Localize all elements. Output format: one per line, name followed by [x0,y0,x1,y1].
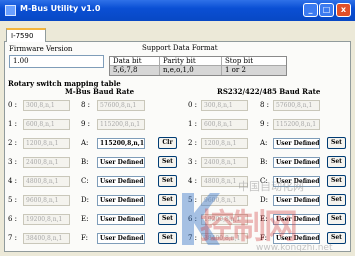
set-button[interactable]: Set [327,137,346,149]
switch-key-label: 2 : [188,139,198,147]
baud-rate-field: 19200,8,n,1 [201,214,248,225]
window-title: M-Bus Utility v1.0 [20,4,101,13]
switch-key-label: 2 : [8,139,18,147]
tab-panel: Firmware Version 1.00 Support Data Forma… [4,41,351,252]
value-data-bit: 5,6,7,8 [110,66,160,75]
switch-key-label: 3 : [188,158,198,166]
switch-key-label: A: [81,139,89,147]
switch-key-label: 6 : [188,215,198,223]
set-button[interactable]: Set [158,156,177,168]
switch-key-label: A: [260,139,268,147]
baud-rate-field: 2400,8,n,1 [23,157,70,168]
set-button[interactable]: Set [158,175,177,187]
switch-key-label: F: [260,234,267,242]
switch-key-label: B: [81,158,89,166]
switch-key-label: 8 : [81,101,91,109]
baud-rate-field: 115200,8,n,1 [273,119,320,130]
baud-rate-field: 19200,8,n,1 [23,214,70,225]
support-format-title: Support Data Format [142,44,218,52]
set-button[interactable]: Set [158,194,177,206]
switch-key-label: B: [260,158,268,166]
baud-rate-field[interactable]: User Defined [273,214,320,225]
baud-rate-field[interactable]: User Defined [97,176,145,187]
baud-rate-field[interactable]: User Defined [97,195,145,206]
close-button[interactable]: x [336,3,351,17]
firmware-label: Firmware Version [9,45,73,53]
baud-rate-field: 600,8,n,1 [201,119,248,130]
set-button[interactable]: Set [327,213,346,225]
baud-rate-field[interactable]: User Defined [273,157,320,168]
switch-key-label: 1 : [8,120,18,128]
baud-rate-field[interactable]: User Defined [273,195,320,206]
value-stop-bit: 1 or 2 [222,66,286,75]
switch-key-label: 0 : [188,101,198,109]
switch-key-label: 8 : [260,101,270,109]
baud-rate-field[interactable]: User Defined [97,157,145,168]
switch-key-label: 0 : [8,101,18,109]
set-button[interactable]: Set [327,156,346,168]
switch-key-label: 6 : [8,215,18,223]
app-window: M-Bus Utility v1.0 _ □ x I-7590 Firmware… [0,0,355,256]
support-format-table: Data bit Parity bit Stop bit 5,6,7,8 n,e… [109,56,287,76]
switch-key-label: 1 : [188,120,198,128]
baud-rate-field[interactable]: User Defined [97,233,145,244]
minimize-button[interactable]: _ [303,3,318,17]
app-icon [5,5,16,16]
baud-rate-field: 57600,8,n,1 [273,100,320,111]
baud-rate-field[interactable]: 115200,8,n,1 [97,138,145,149]
switch-key-label: 7 : [188,234,198,242]
baud-rate-field: 4800,8,n,1 [201,176,248,187]
switch-key-label: 9 : [81,120,91,128]
switch-key-label: 9 : [260,120,270,128]
baud-rate-field: 4800,8,n,1 [23,176,70,187]
switch-key-label: F: [81,234,88,242]
clear-button[interactable]: Clr [158,137,177,149]
switch-key-label: E: [81,215,89,223]
baud-rate-field: 300,8,n,1 [23,100,70,111]
switch-key-label: 4 : [188,177,198,185]
baud-rate-field: 9600,8,n,1 [201,195,248,206]
baud-rate-field: 38400,8,n,1 [23,233,70,244]
mbus-baud-header: M-Bus Baud Rate [65,87,135,96]
baud-rate-field[interactable]: User Defined [97,214,145,225]
set-button[interactable]: Set [327,232,346,244]
baud-rate-field: 600,8,n,1 [23,119,70,130]
switch-key-label: D: [260,196,268,204]
header-stop-bit: Stop bit [222,57,286,66]
switch-key-label: C: [260,177,268,185]
set-button[interactable]: Set [327,175,346,187]
baud-rate-field: 9600,8,n,1 [23,195,70,206]
baud-rate-field: 1200,8,n,1 [23,138,70,149]
switch-key-label: 4 : [8,177,18,185]
switch-key-label: 7 : [8,234,18,242]
header-data-bit: Data bit [110,57,160,66]
baud-rate-field: 115200,8,n,1 [97,119,145,130]
set-button[interactable]: Set [158,232,177,244]
baud-rate-field[interactable]: User Defined [273,233,320,244]
switch-key-label: C: [81,177,89,185]
baud-rate-field: 1200,8,n,1 [201,138,248,149]
set-button[interactable]: Set [327,194,346,206]
baud-rate-field: 57600,8,n,1 [97,100,145,111]
tab-i7590[interactable]: I-7590 [6,28,46,42]
header-parity-bit: Parity bit [160,57,222,66]
switch-key-label: D: [81,196,89,204]
switch-key-label: E: [260,215,268,223]
baud-rate-field: 2400,8,n,1 [201,157,248,168]
set-button[interactable]: Set [158,213,177,225]
baud-rate-field[interactable]: User Defined [273,176,320,187]
switch-key-label: 3 : [8,158,18,166]
title-bar[interactable]: M-Bus Utility v1.0 _ □ x [0,0,355,21]
switch-key-label: 5 : [8,196,18,204]
baud-rate-field[interactable]: User Defined [273,138,320,149]
value-parity-bit: n,e,o,1,0 [160,66,222,75]
baud-rate-field: 300,8,n,1 [201,100,248,111]
switch-key-label: 5 : [188,196,198,204]
firmware-version-field: 1.00 [9,55,104,68]
baud-rate-field: 38400,8,n,1 [201,233,248,244]
maximize-button[interactable]: □ [319,3,334,17]
rs-baud-header: RS232/422/485 Baud Rate [217,87,321,96]
